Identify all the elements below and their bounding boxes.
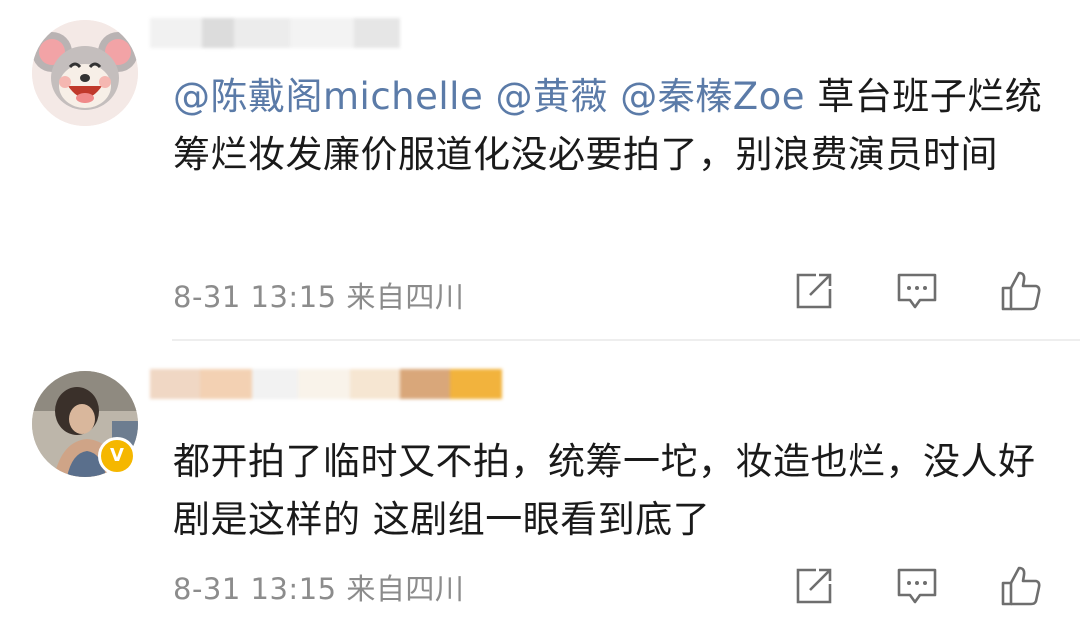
mention-link[interactable]: @黄薇 xyxy=(495,75,608,118)
avatar[interactable] xyxy=(32,20,138,126)
timestamp: 8-31 13:15 xyxy=(173,572,337,606)
comment-actions xyxy=(794,270,1042,312)
share-icon[interactable] xyxy=(794,271,834,311)
cartoon-mouse-avatar-icon xyxy=(32,20,138,126)
mention-link[interactable]: @秦榛Zoe xyxy=(620,75,805,118)
avatar[interactable]: V xyxy=(32,371,138,477)
verified-badge: V xyxy=(98,437,136,475)
comment-item-2: V 都开拍了临时又不拍，统筹一坨，妆造也烂，没人好剧是这样的 这剧组一眼看到底了… xyxy=(0,341,1080,619)
comment-text: 都开拍了临时又不拍，统筹一坨，妆造也烂，没人好剧是这样的 这剧组一眼看到底了 xyxy=(173,433,1043,549)
location: 来自四川 xyxy=(346,572,465,606)
comment-body: 都开拍了临时又不拍，统筹一坨，妆造也烂，没人好剧是这样的 这剧组一眼看到底了 xyxy=(173,440,1036,541)
thumbs-up-icon[interactable] xyxy=(1000,270,1042,312)
comment-meta: 8-31 13:15 来自四川 xyxy=(173,566,464,608)
comment-icon[interactable] xyxy=(896,271,938,311)
comment-item-1: @陈戴阁michelle @黄薇 @秦榛Zoe 草台班子烂统筹烂妆发廉价服道化没… xyxy=(0,0,1080,340)
thumbs-up-icon[interactable] xyxy=(1000,565,1042,607)
location: 来自四川 xyxy=(346,280,465,314)
username-blurred[interactable] xyxy=(150,18,400,48)
comment-meta: 8-31 13:15 来自四川 xyxy=(173,274,464,316)
username-blurred[interactable] xyxy=(150,369,502,399)
comment-actions xyxy=(794,565,1042,607)
comment-text: @陈戴阁michelle @黄薇 @秦榛Zoe 草台班子烂统筹烂妆发廉价服道化没… xyxy=(173,68,1043,184)
mention-link[interactable]: @陈戴阁michelle xyxy=(173,75,483,118)
comment-icon[interactable] xyxy=(896,566,938,606)
timestamp: 8-31 13:15 xyxy=(173,280,337,314)
share-icon[interactable] xyxy=(794,566,834,606)
